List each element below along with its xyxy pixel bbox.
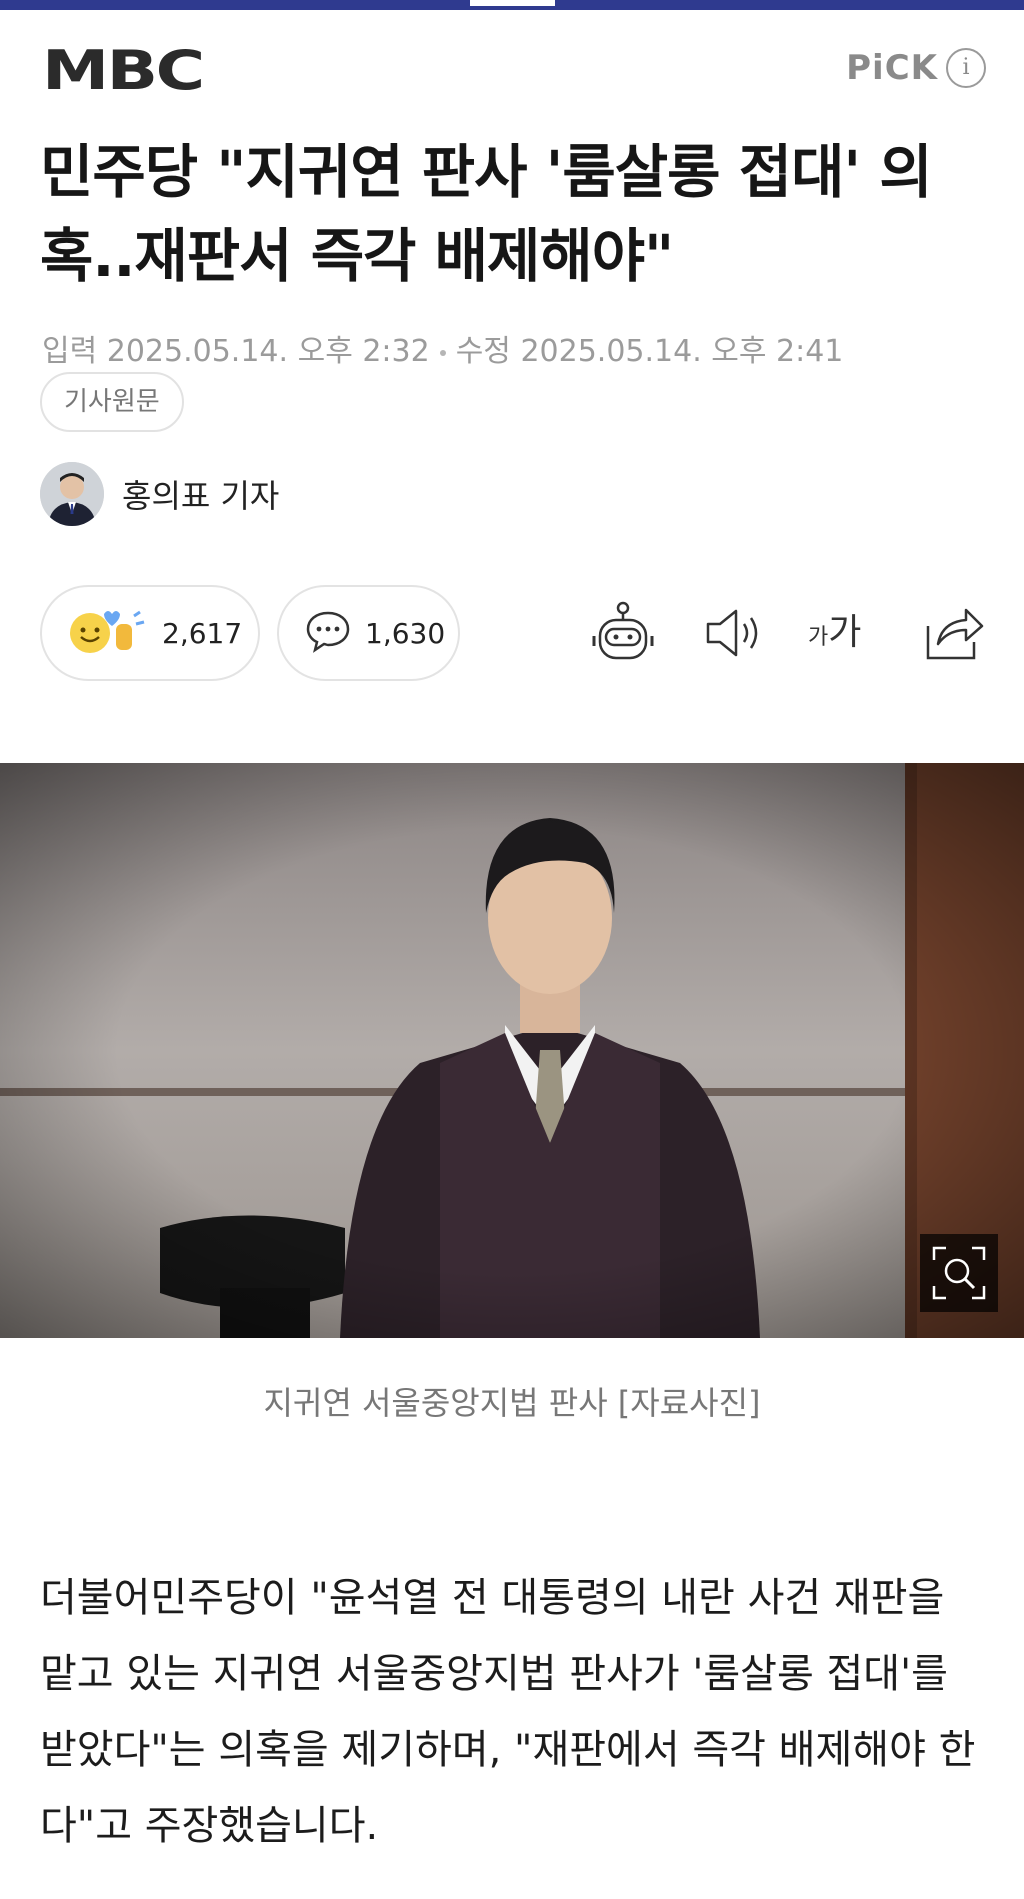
comment-icon xyxy=(305,609,351,657)
reporter[interactable]: 홍의표 기자 xyxy=(40,462,279,526)
font-size-icon[interactable]: 가가 xyxy=(808,598,888,668)
info-icon[interactable]: i xyxy=(946,48,986,88)
separator-dot xyxy=(439,349,446,356)
font-size-large: 가 xyxy=(828,612,862,653)
modified-date: 2025.05.14. 오후 2:41 xyxy=(520,334,844,369)
pick-label: PiCK xyxy=(846,48,938,88)
article-photo[interactable] xyxy=(0,763,1024,1338)
top-progress-bar xyxy=(0,0,1024,10)
mbc-logo[interactable]: MBC xyxy=(42,44,205,98)
reporter-avatar xyxy=(40,462,104,526)
pick-badge[interactable]: PiCK i xyxy=(846,48,986,88)
speaker-icon[interactable] xyxy=(700,598,770,668)
published-date: 2025.05.14. 오후 2:32 xyxy=(106,334,430,369)
article-body: 더불어민주당이 "윤석열 전 대통령의 내란 사건 재판을 맡고 있는 지귀연 … xyxy=(40,1575,976,1849)
emoji-reaction-icon xyxy=(68,606,148,660)
reporter-name: 홍의표 기자 xyxy=(122,477,280,515)
photo-caption: 지귀연 서울중앙지법 판사 [자료사진] xyxy=(263,1384,761,1422)
robot-summary-icon[interactable] xyxy=(588,598,658,668)
original-article-button[interactable]: 기사원문 xyxy=(40,372,184,432)
comment-button[interactable]: 1,630 xyxy=(277,585,460,681)
zoom-button[interactable] xyxy=(920,1234,998,1312)
article-headline: 민주당 "지귀연 판사 '룸살롱 접대' 의혹..재판서 즉각 배제해야" xyxy=(40,138,933,290)
font-size-small: 가 xyxy=(808,625,829,650)
article-dates: 입력 2025.05.14. 오후 2:32 수정 2025.05.14. 오후 … xyxy=(42,326,843,370)
published-label: 입력 xyxy=(42,334,98,369)
comment-count: 1,630 xyxy=(365,616,446,650)
modified-label: 수정 xyxy=(455,334,511,369)
zoom-icon xyxy=(932,1246,986,1300)
share-icon[interactable] xyxy=(918,598,988,668)
progress-indicator xyxy=(470,0,555,6)
reaction-button[interactable]: 2,617 xyxy=(40,585,260,681)
reaction-count: 2,617 xyxy=(162,616,243,650)
header: MBC PiCK i xyxy=(0,40,1024,100)
